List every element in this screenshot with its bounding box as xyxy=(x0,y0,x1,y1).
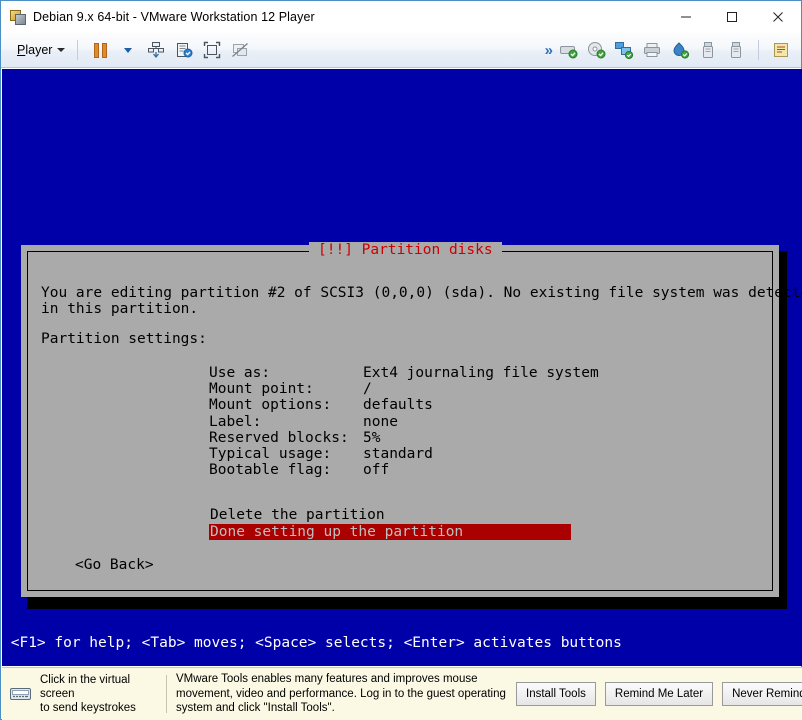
toolbar-right-group: » xyxy=(545,37,801,63)
setting-key: Label: xyxy=(209,413,262,430)
player-menu-button[interactable]: Player xyxy=(13,38,69,62)
send-ctrl-alt-del-button[interactable] xyxy=(142,37,170,63)
close-button[interactable] xyxy=(755,1,801,32)
paragraph-line-2: in this partition. xyxy=(41,301,199,318)
setting-value: none xyxy=(363,413,398,430)
setting-row[interactable]: Use as: Ext4 journaling file system xyxy=(209,365,599,381)
network-adapter-icon[interactable] xyxy=(610,37,638,63)
full-screen-button[interactable] xyxy=(198,37,226,63)
setting-key: Use as: xyxy=(209,365,271,381)
install-tools-button[interactable]: Install Tools xyxy=(516,682,596,706)
settings-heading: Partition settings: xyxy=(41,331,207,347)
dialog-title: [!!] Partition disks xyxy=(309,242,502,259)
terminal-help-line: <F1> for help; <Tab> moves; <Space> sele… xyxy=(2,635,622,651)
toolbar-separator xyxy=(758,40,759,60)
dialog-paragraph: You are editing partition #2 of SCSI3 (0… xyxy=(41,285,802,317)
tools-hint-text: Click in the virtual screen to send keys… xyxy=(40,673,162,715)
hard-disk-icon[interactable] xyxy=(554,37,582,63)
unity-icon xyxy=(177,43,193,58)
send-keys-icon xyxy=(148,42,165,59)
message-log-icon[interactable] xyxy=(767,37,795,63)
vmware-tools-notification-bar: Click in the virtual screen to send keys… xyxy=(2,667,802,720)
go-back-button[interactable]: <Go Back> xyxy=(75,557,154,573)
keyboard-icon xyxy=(10,685,34,703)
toolbar-separator xyxy=(77,40,79,60)
never-remind-me-button[interactable]: Never Remind Me xyxy=(722,682,802,706)
setting-value: Ext4 journaling file system xyxy=(363,365,599,381)
setting-value: defaults xyxy=(363,397,433,414)
partition-settings-table: Use as: Ext4 journaling file system Moun… xyxy=(209,365,599,478)
tools-description: VMware Tools enables many features and i… xyxy=(176,673,506,715)
cd-dvd-icon[interactable] xyxy=(582,37,610,63)
toolbar: Player » xyxy=(1,33,801,68)
maximize-button[interactable] xyxy=(709,1,755,32)
done-setting-up-partition-action[interactable]: Done setting up the partition xyxy=(209,523,571,541)
pause-button[interactable] xyxy=(86,37,114,63)
setting-key: Bootable flag: xyxy=(209,462,332,479)
setting-key: Mount options: xyxy=(209,397,332,414)
setting-row[interactable]: Typical usage: standard xyxy=(209,446,599,462)
tools-hint-line-1: Click in the virtual screen xyxy=(40,674,131,700)
setting-row[interactable]: Label: none xyxy=(209,414,599,430)
player-menu-label: Player xyxy=(17,43,53,57)
expand-chevrons-icon[interactable]: » xyxy=(545,42,554,59)
dialog-actions: Delete the partition Done setting up the… xyxy=(209,507,571,541)
partition-disks-dialog: [!!] Partition disks You are editing par… xyxy=(21,242,802,597)
usb-device-1-icon[interactable] xyxy=(694,37,722,63)
setting-value: standard xyxy=(363,446,433,463)
minimize-button[interactable] xyxy=(663,1,709,32)
vmware-app-icon xyxy=(10,9,26,25)
setting-key: Typical usage: xyxy=(209,446,332,463)
setting-row[interactable]: Bootable flag: off xyxy=(209,462,599,478)
chevron-down-icon xyxy=(124,47,133,53)
paragraph-line-1: You are editing partition #2 of SCSI3 (0… xyxy=(41,285,802,301)
printer-icon[interactable] xyxy=(638,37,666,63)
tools-buttons-group: Install Tools Remind Me Later Never Remi… xyxy=(516,682,802,706)
title-bar: Debian 9.x 64-bit - VMware Workstation 1… xyxy=(1,1,801,33)
tools-hint-line-2: to send keystrokes xyxy=(40,702,136,714)
setting-row[interactable]: Mount options: defaults xyxy=(209,397,599,413)
multi-monitor-icon xyxy=(232,43,249,57)
setting-key: Mount point: xyxy=(209,381,314,398)
setting-value: / xyxy=(363,381,372,398)
usb-device-2-icon[interactable] xyxy=(722,37,750,63)
setting-key: Reserved blocks: xyxy=(209,429,349,446)
delete-partition-action[interactable]: Delete the partition xyxy=(209,507,571,523)
setting-row[interactable]: Reserved blocks: 5% xyxy=(209,430,599,446)
setting-row[interactable]: Mount point: / xyxy=(209,381,599,397)
tools-separator xyxy=(166,675,167,713)
pause-dropdown[interactable] xyxy=(114,37,142,63)
vm-guest-screen[interactable]: [!!] Partition disks You are editing par… xyxy=(2,69,802,666)
full-screen-icon xyxy=(204,41,221,59)
setting-value: 5% xyxy=(363,429,381,446)
vmware-player-window: Debian 9.x 64-bit - VMware Workstation 1… xyxy=(0,0,802,720)
multi-monitor-button[interactable] xyxy=(226,37,254,63)
sound-card-icon[interactable] xyxy=(666,37,694,63)
window-title: Debian 9.x 64-bit - VMware Workstation 1… xyxy=(33,10,315,24)
unity-mode-button[interactable] xyxy=(170,37,198,63)
chevron-down-icon xyxy=(57,48,66,52)
setting-value: off xyxy=(363,462,390,479)
pause-icon xyxy=(93,42,107,58)
remind-me-later-button[interactable]: Remind Me Later xyxy=(604,682,714,706)
